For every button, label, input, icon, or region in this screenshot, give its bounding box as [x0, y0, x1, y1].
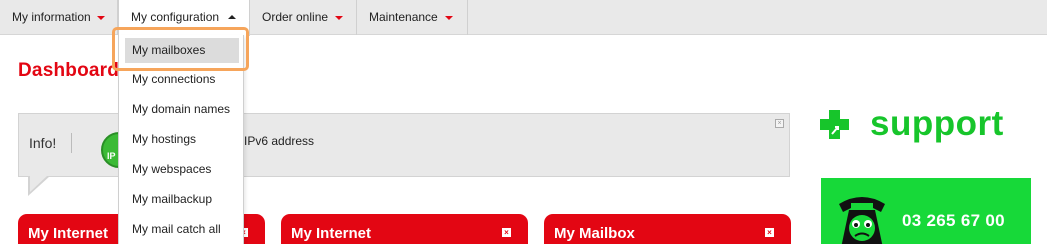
support-phone-number: 03 265 67 00: [902, 211, 1005, 230]
nav-my-information[interactable]: My information: [0, 0, 118, 35]
widget-title: My Internet: [291, 225, 372, 242]
widget-title: My Mailbox: [554, 225, 635, 242]
widget-title: My Internet: [28, 225, 109, 242]
nav-maintenance[interactable]: Maintenance: [357, 0, 468, 35]
plus-arrow-icon: [820, 110, 849, 139]
info-label: Info!: [29, 135, 57, 151]
menu-item-my-domain-names[interactable]: My domain names: [119, 94, 243, 124]
menu-item-my-hostings[interactable]: My hostings: [119, 124, 243, 154]
nav-item-label: Order online: [262, 10, 329, 24]
speech-tail-inner: [30, 176, 47, 192]
chevron-up-icon: [228, 15, 236, 19]
chevron-down-icon: [335, 16, 343, 20]
nav-item-label: My information: [12, 10, 91, 24]
chevron-down-icon: [97, 16, 105, 20]
widget-my-mailbox: My Mailbox ×: [544, 214, 791, 244]
nav-item-label: Maintenance: [369, 10, 438, 24]
widget-my-internet-2: My Internet ×: [281, 214, 528, 244]
menu-item-my-mail-catch-all[interactable]: My mail catch all: [119, 214, 243, 244]
close-icon[interactable]: ×: [765, 228, 774, 237]
page-title: Dashboard: [18, 60, 120, 81]
menu-item-my-webspaces[interactable]: My webspaces: [119, 154, 243, 184]
info-message: IPv6 address: [244, 134, 315, 148]
chevron-down-icon: [445, 16, 453, 20]
support-label: support: [870, 104, 1004, 143]
nav-item-label: My configuration: [131, 10, 220, 24]
nav-order-online[interactable]: Order online: [250, 0, 357, 35]
menu-item-my-mailbackup[interactable]: My mailbackup: [119, 184, 243, 214]
divider: [71, 133, 72, 153]
telephone-icon: [839, 197, 885, 244]
support-phone-panel[interactable]: 03 265 67 00: [821, 178, 1031, 244]
close-icon[interactable]: ×: [775, 119, 784, 128]
highlight-frame: [112, 27, 249, 71]
page-root: My information My configuration Order on…: [0, 0, 1047, 244]
close-icon[interactable]: ×: [502, 228, 511, 237]
